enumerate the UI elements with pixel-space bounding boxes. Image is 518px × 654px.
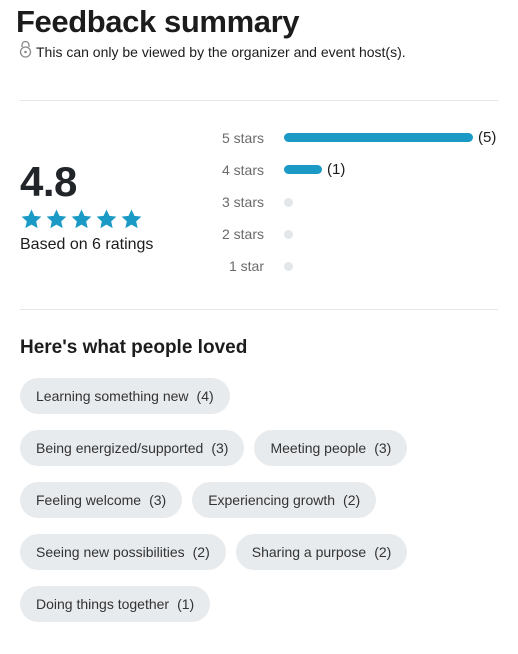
rating-bar-empty (284, 262, 293, 271)
tag-label: Experiencing growth (208, 492, 336, 508)
tag-count: (2) (374, 544, 392, 560)
rating-label: 4 stars (221, 162, 264, 178)
page-title: Feedback summary (16, 4, 300, 39)
tag-count: (2) (192, 544, 210, 560)
tag-count: (3) (374, 440, 392, 456)
rating-count: (5) (478, 129, 497, 146)
loved-tag[interactable]: Experiencing growth (2) (192, 482, 377, 518)
rating-label: 3 stars (221, 194, 264, 210)
rating-label: 5 stars (221, 130, 264, 146)
rating-label: 1 star (228, 258, 264, 274)
rating-row: 4 stars (1) (0, 160, 518, 180)
loved-tag[interactable]: Sharing a purpose (2) (235, 534, 408, 570)
loved-tags: Learning something new (4) Being energized… (20, 378, 498, 638)
tag-count: (4) (196, 388, 214, 404)
loved-heading: Here's what people loved (20, 337, 248, 358)
rating-bar (284, 133, 473, 142)
tag-label: Seeing new possibilities (36, 544, 185, 560)
rating-count: (1) (327, 161, 346, 178)
loved-tag[interactable]: Feeling welcome (3) (20, 482, 183, 518)
rating-row: 1 star (0, 256, 518, 276)
tag-count: (3) (211, 440, 229, 456)
tag-label: Feeling welcome (36, 492, 142, 508)
rating-bar (284, 165, 322, 174)
tag-count: (1) (177, 596, 195, 612)
tag-row: Learning something new (4) (20, 378, 498, 414)
rating-row: 3 stars (0, 192, 518, 212)
tag-row: Being energized/supported (3) Meeting peop… (20, 430, 498, 466)
lock-icon (19, 40, 36, 63)
privacy-note: This can only be viewed by the organizer… (19, 40, 406, 63)
rating-bar-empty (284, 198, 293, 207)
tag-count: (3) (149, 492, 167, 508)
rating-label: 2 stars (221, 226, 264, 242)
rating-row: 5 stars (5) (0, 128, 518, 148)
loved-tag[interactable]: Doing things together (1) (20, 586, 211, 622)
divider (20, 100, 498, 101)
tag-label: Being energized/supported (36, 440, 204, 456)
tag-label: Learning something new (36, 388, 189, 404)
loved-tag[interactable]: Learning something new (4) (20, 378, 230, 414)
loved-tag[interactable]: Being energized/supported (3) (20, 430, 245, 466)
tag-row: Doing things together (1) (20, 586, 498, 622)
privacy-text: This can only be viewed by the organizer… (36, 43, 406, 60)
rating-row: 2 stars (0, 224, 518, 244)
divider (20, 309, 498, 310)
tag-label: Meeting people (270, 440, 367, 456)
loved-tag[interactable]: Seeing new possibilities (2) (20, 534, 226, 570)
tag-count: (2) (343, 492, 361, 508)
tag-label: Sharing a purpose (251, 544, 367, 560)
rating-bar-empty (284, 230, 293, 239)
tag-label: Doing things together (36, 596, 170, 612)
loved-tag[interactable]: Meeting people (3) (254, 430, 408, 466)
tag-row: Seeing new possibilities (2) Sharing a pur… (20, 534, 498, 570)
tag-row: Feeling welcome (3) Experiencing growth (2) (20, 482, 498, 518)
